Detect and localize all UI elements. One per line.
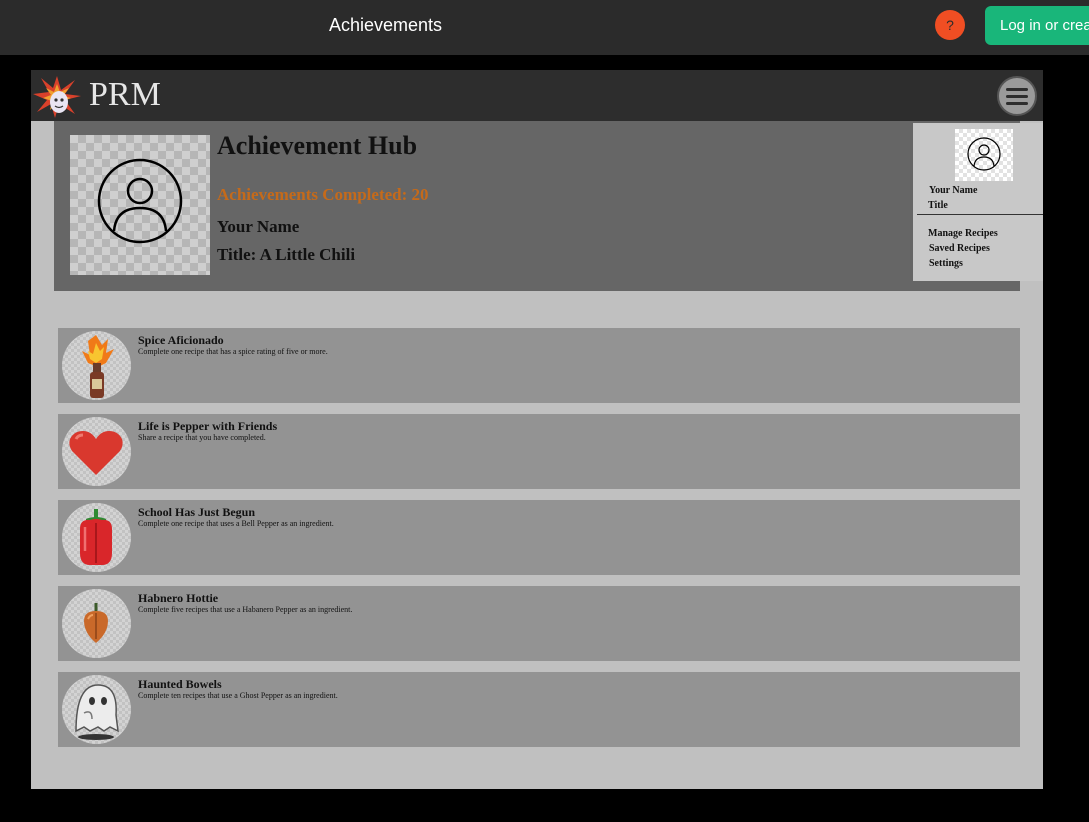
achievement-title: Life is Pepper with Friends [138, 419, 278, 433]
hamburger-menu-button[interactable] [997, 76, 1037, 116]
hub-title: Achievement Hub [217, 131, 418, 160]
menu-line [1006, 102, 1028, 105]
achievement-title: Haunted Bowels [138, 677, 222, 691]
menu-item-saved-recipes[interactable]: Saved Recipes [929, 243, 990, 254]
achievements-completed: Achievements Completed: 20 [217, 185, 429, 204]
achievement-description: Complete ten recipes that use a Ghost Pe… [138, 691, 338, 700]
profile-avatar [70, 135, 210, 275]
login-button[interactable]: Log in or create account [985, 6, 1089, 45]
help-button[interactable]: ? [935, 10, 965, 40]
achievement-description: Complete one recipe that has a spice rat… [138, 347, 328, 356]
menu-item-settings[interactable]: Settings [929, 258, 963, 269]
profile-title: Title: A Little Chili [217, 245, 356, 264]
menu-line [1006, 95, 1028, 98]
user-icon [967, 137, 1001, 171]
achievement-title: Habnero Hottie [138, 591, 219, 605]
heart-icon [62, 417, 131, 486]
dropdown-name: Your Name [929, 185, 978, 196]
profile-name: Your Name [217, 217, 300, 236]
brand-name[interactable]: PRM [89, 76, 161, 114]
achievement-description: Share a recipe that you have completed. [138, 433, 266, 442]
profile-dropdown: Your Name Title Manage Recipes Saved Rec… [913, 123, 1043, 281]
chili-logo-icon[interactable] [31, 72, 83, 120]
page-title: Achievements [329, 15, 443, 35]
achievement-title: Spice Aficionado [138, 333, 224, 347]
achievement-card[interactable]: School Has Just Begun Complete one recip… [58, 500, 1020, 575]
bell-pepper-icon [62, 503, 131, 572]
achievement-title: School Has Just Begun [138, 505, 256, 519]
dropdown-title: Title [928, 200, 948, 211]
hot-sauce-icon [62, 331, 131, 400]
menu-item-manage-recipes[interactable]: Manage Recipes [928, 228, 998, 239]
dropdown-avatar [955, 129, 1013, 181]
achievement-card[interactable]: Habnero Hottie Complete five recipes tha… [58, 586, 1020, 661]
achievement-description: Complete one recipe that uses a Bell Pep… [138, 519, 334, 528]
menu-line [1006, 88, 1028, 91]
user-icon [97, 158, 183, 244]
achievement-card[interactable]: Life is Pepper with Friends Share a reci… [58, 414, 1020, 489]
site-navbar: PRM [31, 70, 1043, 121]
divider [917, 214, 1043, 215]
achievement-description: Complete five recipes that use a Habaner… [138, 605, 353, 614]
achievement-card[interactable]: Spice Aficionado Complete one recipe tha… [58, 328, 1020, 403]
habanero-icon [62, 589, 131, 658]
achievement-card[interactable]: Haunted Bowels Complete ten recipes that… [58, 672, 1020, 747]
ghost-icon [62, 675, 131, 744]
app-bar: Achievements ? Log in or create account [0, 0, 1089, 55]
achievement-hub-header: Achievement Hub Achievements Completed: … [54, 121, 1020, 291]
app-frame: PRM Achievement Hub Achievements Complet… [31, 70, 1043, 789]
